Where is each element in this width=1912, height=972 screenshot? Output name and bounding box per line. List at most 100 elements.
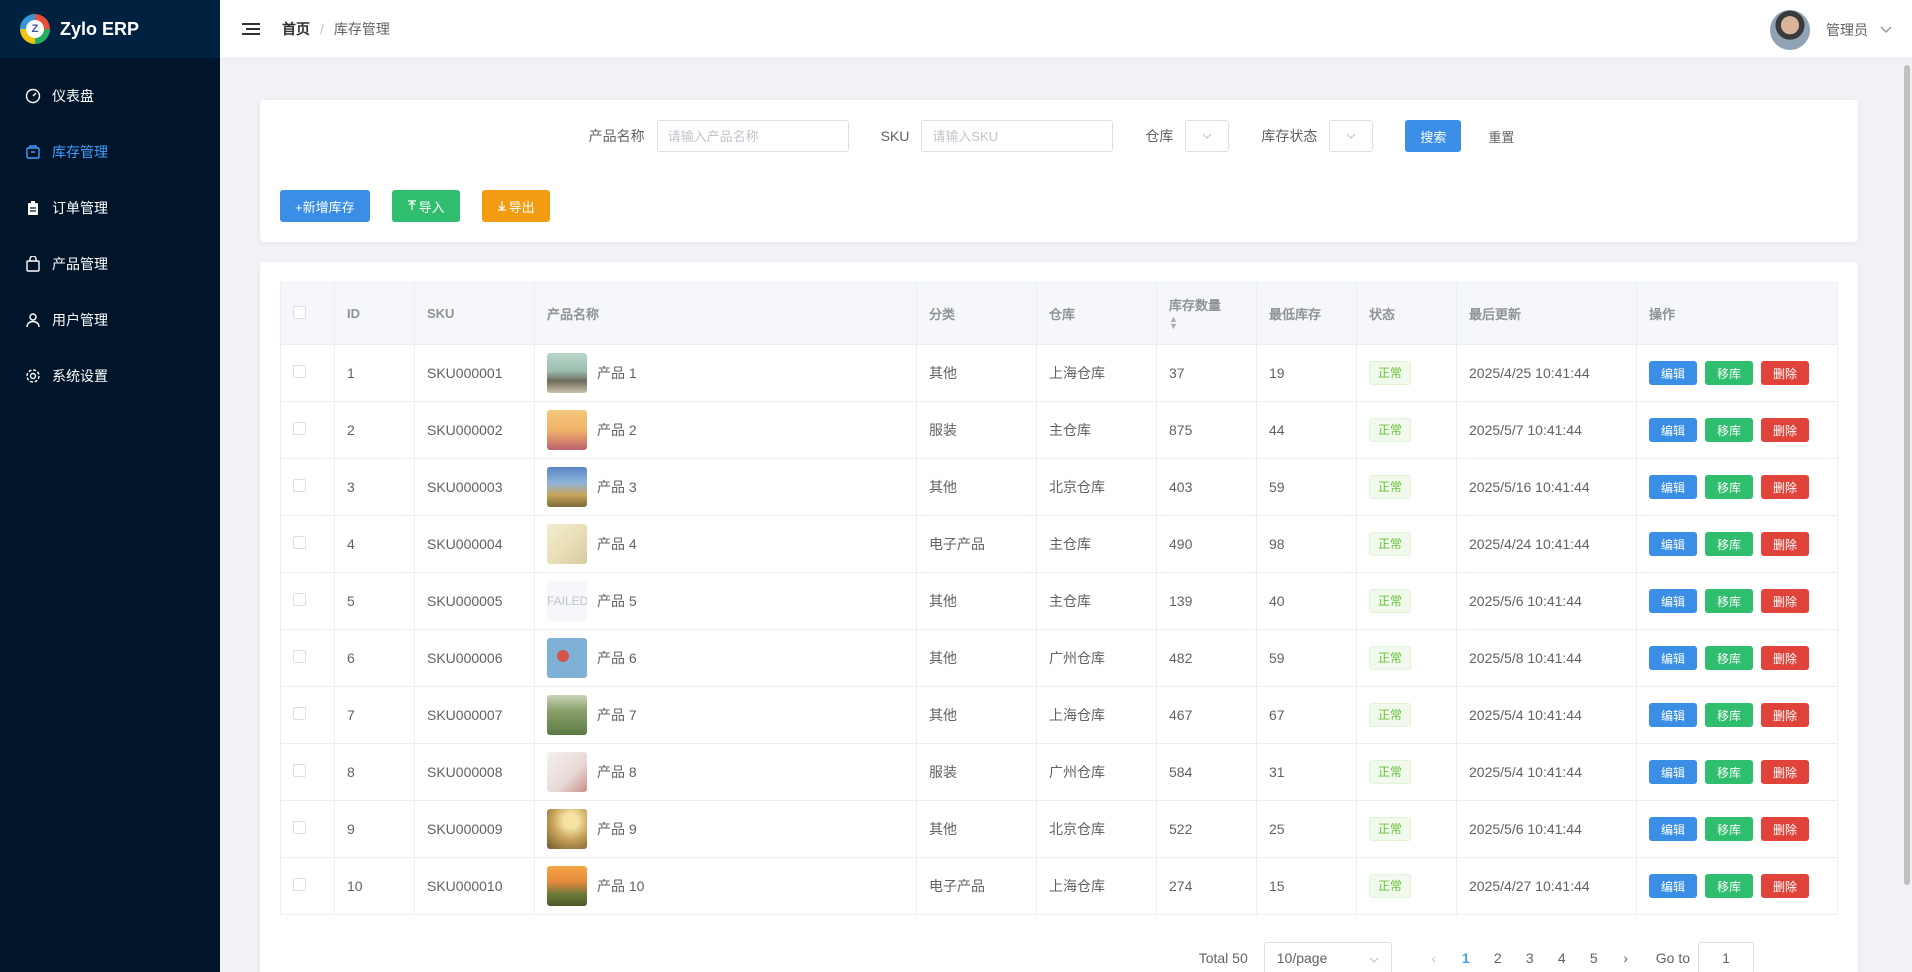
edit-button[interactable]: 编辑 bbox=[1649, 532, 1698, 556]
move-button[interactable]: 移库 bbox=[1705, 703, 1754, 727]
row-checkbox[interactable] bbox=[293, 365, 306, 378]
move-button[interactable]: 移库 bbox=[1705, 874, 1754, 898]
move-button[interactable]: 移库 bbox=[1705, 475, 1754, 499]
cell-id: 7 bbox=[334, 686, 415, 744]
col-quantity[interactable]: 库存数量 ▲ ▼ bbox=[1156, 282, 1257, 345]
cell-warehouse: 主仓库 bbox=[1036, 572, 1157, 630]
delete-button[interactable]: 删除 bbox=[1761, 361, 1810, 385]
logo[interactable]: Z Zylo ERP bbox=[0, 0, 220, 58]
row-checkbox[interactable] bbox=[293, 650, 306, 663]
delete-button[interactable]: 删除 bbox=[1761, 646, 1810, 670]
delete-button[interactable]: 删除 bbox=[1761, 874, 1810, 898]
edit-button[interactable]: 编辑 bbox=[1649, 874, 1698, 898]
delete-button[interactable]: 删除 bbox=[1761, 589, 1810, 613]
edit-button[interactable]: 编辑 bbox=[1649, 646, 1698, 670]
user-menu[interactable]: 管理员 bbox=[1770, 10, 1892, 50]
sidebar-item-5[interactable]: 系统设置 bbox=[0, 348, 220, 404]
page-size-select[interactable]: 10/page bbox=[1263, 942, 1392, 972]
row-select-cell bbox=[280, 857, 335, 915]
cell-ops: 编辑 移库 删除 bbox=[1636, 572, 1838, 630]
edit-button[interactable]: 编辑 bbox=[1649, 475, 1698, 499]
edit-button[interactable]: 编辑 bbox=[1649, 361, 1698, 385]
breadcrumb-separator: / bbox=[320, 21, 324, 37]
reset-button[interactable]: 重置 bbox=[1473, 120, 1529, 152]
avatar[interactable] bbox=[1770, 10, 1810, 50]
sort-icon[interactable]: ▲ ▼ bbox=[1169, 315, 1178, 331]
row-checkbox[interactable] bbox=[293, 764, 306, 777]
search-button[interactable]: 搜索 bbox=[1405, 120, 1462, 152]
sidebar-item-4[interactable]: 用户管理 bbox=[0, 292, 220, 348]
stock-status-select[interactable] bbox=[1329, 120, 1374, 152]
delete-button[interactable]: 删除 bbox=[1761, 532, 1810, 556]
table-row[interactable]: 8 SKU000008 产品 8 服装 广州仓库 584 31 正常 2025/5/4 10:4… bbox=[280, 743, 1838, 801]
table-row[interactable]: 9 SKU000009 产品 9 其他 北京仓库 522 25 正常 2025/5/6 10:4… bbox=[280, 800, 1838, 858]
sidebar-item-2[interactable]: 订单管理 bbox=[0, 180, 220, 236]
user-name[interactable]: 管理员 bbox=[1826, 20, 1868, 40]
select-all-checkbox[interactable] bbox=[293, 305, 306, 319]
prev-page-icon[interactable]: ‹ bbox=[1418, 950, 1450, 966]
page-number[interactable]: 1 bbox=[1450, 950, 1482, 966]
delete-button[interactable]: 删除 bbox=[1761, 760, 1810, 784]
row-checkbox[interactable] bbox=[293, 821, 306, 834]
row-checkbox[interactable] bbox=[293, 479, 306, 492]
move-button[interactable]: 移库 bbox=[1705, 589, 1754, 613]
delete-button[interactable]: 删除 bbox=[1761, 475, 1810, 499]
export-button[interactable]: 导出 bbox=[481, 190, 550, 222]
row-checkbox[interactable] bbox=[293, 878, 306, 891]
warehouse-label: 仓库 bbox=[1145, 128, 1174, 144]
page-number[interactable]: 4 bbox=[1546, 950, 1578, 966]
table-row[interactable]: 1 SKU000001 产品 1 其他 上海仓库 37 19 正常 2025/4/25 10:4… bbox=[280, 344, 1838, 402]
sidebar-item-1[interactable]: 库存管理 bbox=[0, 124, 220, 180]
page-number[interactable]: 3 bbox=[1514, 950, 1546, 966]
table-row[interactable]: 4 SKU000004 产品 4 电子产品 主仓库 490 98 正常 2025/4/24 10… bbox=[280, 515, 1838, 573]
next-page-icon[interactable]: › bbox=[1610, 950, 1642, 966]
page-list: 12345 bbox=[1450, 950, 1610, 966]
table-row[interactable]: 10 SKU000010 产品 10 电子产品 上海仓库 274 15 正常 2025/4/27… bbox=[280, 857, 1838, 915]
move-button[interactable]: 移库 bbox=[1705, 817, 1754, 841]
sidebar-item-0[interactable]: 仪表盘 bbox=[0, 68, 220, 124]
warehouse-select[interactable] bbox=[1185, 120, 1230, 152]
table-row[interactable]: 3 SKU000003 产品 3 其他 北京仓库 403 59 正常 2025/5/16 10:… bbox=[280, 458, 1838, 516]
row-select-cell bbox=[280, 515, 335, 573]
delete-button[interactable]: 删除 bbox=[1761, 703, 1810, 727]
move-button[interactable]: 移库 bbox=[1705, 418, 1754, 442]
table-row[interactable]: 7 SKU000007 产品 7 其他 上海仓库 467 67 正常 2025/5/4 10:4… bbox=[280, 686, 1838, 744]
breadcrumb-home[interactable]: 首页 bbox=[282, 19, 310, 39]
cell-id: 5 bbox=[334, 572, 415, 630]
goto-page-input[interactable] bbox=[1698, 942, 1754, 972]
cell-ops: 编辑 移库 删除 bbox=[1636, 686, 1838, 744]
row-checkbox[interactable] bbox=[293, 422, 306, 435]
row-checkbox[interactable] bbox=[293, 536, 306, 549]
chevron-down-icon[interactable] bbox=[1880, 23, 1892, 37]
edit-button[interactable]: 编辑 bbox=[1649, 817, 1698, 841]
move-button[interactable]: 移库 bbox=[1705, 760, 1754, 784]
edit-button[interactable]: 编辑 bbox=[1649, 760, 1698, 784]
move-button[interactable]: 移库 bbox=[1705, 646, 1754, 670]
page-number[interactable]: 5 bbox=[1578, 950, 1610, 966]
sidebar-item-3[interactable]: 产品管理 bbox=[0, 236, 220, 292]
menu-toggle-icon[interactable] bbox=[242, 23, 260, 35]
page-number[interactable]: 2 bbox=[1482, 950, 1514, 966]
edit-button[interactable]: 编辑 bbox=[1649, 589, 1698, 613]
row-checkbox[interactable] bbox=[293, 593, 306, 606]
table-row[interactable]: 5 SKU000005 FAILED 产品 5 其他 主仓库 139 40 正常 2025/5/6… bbox=[280, 572, 1838, 630]
cell-ops: 编辑 移库 删除 bbox=[1636, 629, 1838, 687]
cell-product: 产品 10 bbox=[534, 857, 917, 915]
edit-button[interactable]: 编辑 bbox=[1649, 418, 1698, 442]
add-inventory-button[interactable]: +新增库存 bbox=[280, 190, 370, 222]
page-scrollbar[interactable] bbox=[1904, 65, 1910, 885]
clipboard-icon bbox=[24, 200, 42, 216]
import-button[interactable]: 导入 bbox=[391, 190, 460, 222]
row-checkbox[interactable] bbox=[293, 707, 306, 720]
delete-button[interactable]: 删除 bbox=[1761, 418, 1810, 442]
col-ops: 操作 bbox=[1636, 282, 1838, 345]
product-name-input[interactable] bbox=[656, 120, 849, 152]
table-row[interactable]: 2 SKU000002 产品 2 服装 主仓库 875 44 正常 2025/5/7 10:41… bbox=[280, 401, 1838, 459]
move-button[interactable]: 移库 bbox=[1705, 532, 1754, 556]
table-row[interactable]: 6 SKU000006 产品 6 其他 广州仓库 482 59 正常 2025/5/8 10:4… bbox=[280, 629, 1838, 687]
sku-input[interactable] bbox=[921, 120, 1114, 152]
edit-button[interactable]: 编辑 bbox=[1649, 703, 1698, 727]
move-button[interactable]: 移库 bbox=[1705, 361, 1754, 385]
pagination-total: Total 50 bbox=[1198, 950, 1248, 966]
delete-button[interactable]: 删除 bbox=[1761, 817, 1810, 841]
